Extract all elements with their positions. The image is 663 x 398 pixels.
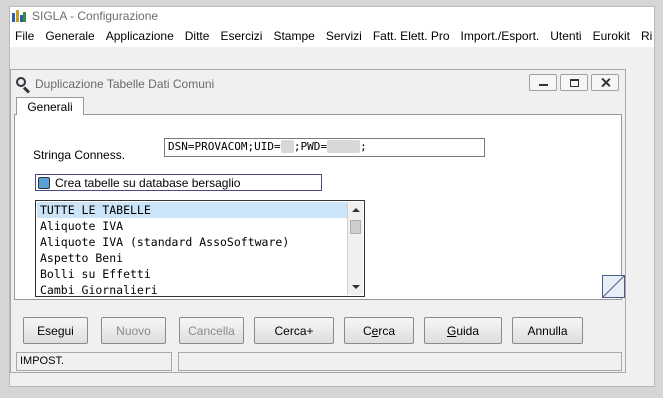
status-cell-info [178,352,622,371]
dialog-title-bar[interactable]: Duplicazione Tabelle Dati Comuni [11,70,625,97]
app-title: SIGLA - Configurazione [32,9,159,23]
masked-uid: sa [280,140,294,153]
guida-label: Guida [447,324,479,338]
conn-string-part: ;PWD= [293,140,327,153]
create-tables-checkbox[interactable]: Crea tabelle su database bersaglio [35,174,322,191]
esegui-label: Esegui [37,323,74,338]
screen-frame: SIGLA - Configurazione File Generale App… [9,6,655,387]
guida-button[interactable]: Guida [424,317,502,344]
maximize-button[interactable] [560,74,588,91]
arrow-down-icon [352,285,360,289]
cerca-button[interactable]: Cerca [344,317,414,344]
minimize-button[interactable] [529,74,557,91]
button-row: Esegui Nuovo Cancella Cerca+ Cerca Guida… [23,317,583,344]
guida-mnemonic: G [446,323,457,338]
window-controls [529,74,619,91]
magnifier-icon [15,76,31,94]
annulla-label: Annulla [527,323,568,338]
esegui-button[interactable]: Esegui [23,317,88,344]
maximize-icon [569,78,579,87]
guida-label-part: uida [456,323,480,338]
list-items: TUTTE LE TABELLE Aliquote IVA Aliquote I… [37,202,347,295]
tables-listbox[interactable]: TUTTE LE TABELLE Aliquote IVA Aliquote I… [35,200,365,297]
masked-pwd: xxxxx [326,140,361,153]
app-title-bar: SIGLA - Configurazione [10,7,654,25]
menu-applicazione[interactable]: Applicazione [100,29,179,43]
app-logo-icon [12,10,26,22]
menu-bar: File Generale Applicazione Ditte Eserciz… [10,25,654,47]
scroll-down-button[interactable] [348,279,364,295]
list-scrollbar[interactable] [347,202,363,295]
conn-string-part: ; [360,140,367,153]
menu-import-esport[interactable]: Import./Esport. [455,29,545,43]
list-item[interactable]: Bolli su Effetti [37,266,347,282]
arrow-up-icon [352,208,360,212]
list-item[interactable]: Aspetto Beni [37,250,347,266]
duplicazione-dialog: Duplicazione Tabelle Dati Comuni General… [10,69,626,373]
cerca-plus-button[interactable]: Cerca+ [254,317,334,344]
cancella-button[interactable]: Cancella [179,317,244,344]
cerca-label-part: C [362,323,372,338]
cerca-label: Cerca [363,324,395,338]
cancella-label: Cancella [188,323,235,338]
checkbox-square[interactable] [38,176,50,189]
tab-generali[interactable]: Generali [16,97,84,115]
menu-ri[interactable]: Ri [635,29,654,43]
menu-esercizi[interactable]: Esercizi [215,29,268,43]
list-item[interactable]: Cambi Giornalieri [37,282,347,295]
menu-fatt-elett-pro[interactable]: Fatt. Elett. Pro [367,29,455,43]
menu-ditte[interactable]: Ditte [179,29,215,43]
nuovo-button[interactable]: Nuovo [101,317,166,344]
menu-stampe[interactable]: Stampe [268,29,320,43]
cerca-label-part: rca [378,323,396,338]
scroll-up-button[interactable] [348,202,364,218]
list-item[interactable]: Aliquote IVA (standard AssoSoftware) [37,234,347,250]
menu-eurokit[interactable]: Eurokit [587,29,635,43]
annulla-button[interactable]: Annulla [512,317,583,344]
conn-label: Stringa Conness. [33,148,126,162]
status-cell-mode: IMPOST. [16,352,172,371]
resize-grip-icon[interactable] [602,275,625,298]
dialog-title: Duplicazione Tabelle Dati Comuni [35,76,215,91]
menu-utenti[interactable]: Utenti [545,29,587,43]
cerca-plus-label: Cerca+ [274,323,314,338]
tab-generali-label: Generali [27,99,73,114]
menu-generale[interactable]: Generale [40,29,100,43]
menu-servizi[interactable]: Servizi [320,29,367,43]
nuovo-label: Nuovo [116,323,151,338]
list-item[interactable]: Aliquote IVA [37,218,347,234]
close-icon [601,78,610,87]
menu-file[interactable]: File [10,29,40,43]
minimize-icon [538,84,548,86]
scroll-thumb[interactable] [350,220,361,234]
conn-string-part: DSN=PROVACOM;UID= [168,140,281,153]
close-button[interactable] [591,74,619,91]
list-item[interactable]: TUTTE LE TABELLE [37,202,347,218]
conn-string-input[interactable]: DSN=PROVACOM;UID=sa;PWD=xxxxx; [164,138,485,157]
status-bar: IMPOST. [16,352,622,372]
checkbox-label: Crea tabelle su database bersaglio [55,175,241,190]
